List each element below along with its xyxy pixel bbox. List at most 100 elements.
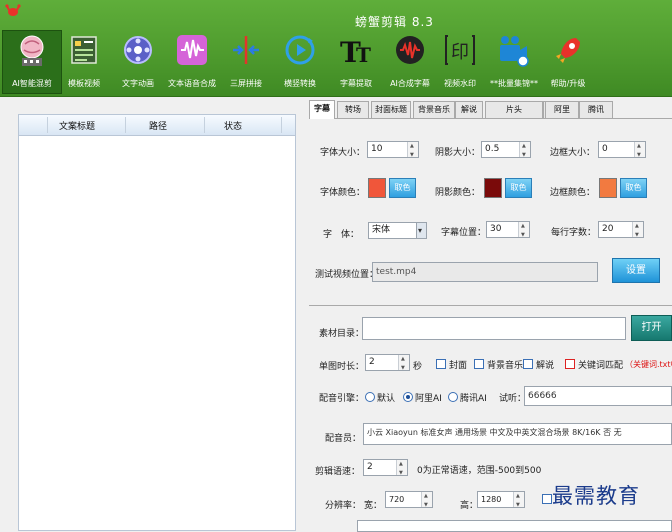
- split-screen-icon: [233, 36, 259, 64]
- column-header[interactable]: 文案标题: [59, 119, 95, 132]
- per-line-stepper[interactable]: 20: [598, 219, 644, 243]
- duration-value: 2: [369, 357, 375, 367]
- stepper-arrows-icon[interactable]: [519, 139, 530, 163]
- stepper-arrows-icon[interactable]: [518, 219, 529, 243]
- height-label: 高：: [460, 501, 479, 511]
- speed-label: 剪辑语速：: [315, 467, 361, 477]
- tab-subtitle[interactable]: 字幕: [309, 100, 335, 119]
- duration-label: 单图时长：: [319, 362, 365, 372]
- border-size-label: 边框大小：: [550, 148, 596, 158]
- border-color-swatch: [599, 178, 617, 198]
- tab-cover-title[interactable]: 封面标题: [371, 101, 411, 118]
- border-size-stepper[interactable]: 0: [598, 139, 646, 163]
- engine-tencent-label: 腾讯AI: [460, 394, 487, 404]
- per-line-value: 20: [602, 224, 614, 234]
- stepper-arrows-icon[interactable]: [407, 139, 418, 163]
- bgm-checkbox-label: 背景音乐: [487, 361, 524, 371]
- keyword-checkbox[interactable]: [565, 359, 575, 369]
- width-stepper[interactable]: 720: [385, 489, 433, 513]
- cover-checkbox-label: 封面: [449, 361, 468, 371]
- height-stepper[interactable]: 1280: [477, 489, 525, 513]
- brain-film-icon: [20, 35, 44, 66]
- svg-text:T: T: [356, 43, 371, 67]
- mic-wave-icon: [396, 36, 424, 64]
- tab-ali[interactable]: 阿里: [545, 101, 579, 118]
- engine-ali-label: 阿里AI: [415, 394, 442, 404]
- shadow-color-label: 阴影颜色：: [435, 188, 481, 198]
- stepper-arrows-icon[interactable]: [634, 139, 645, 163]
- column-header[interactable]: 路径: [149, 119, 167, 132]
- listen-label: 试听：: [499, 394, 527, 404]
- speed-stepper[interactable]: 2: [363, 457, 408, 481]
- stepper-arrows-icon[interactable]: [421, 489, 432, 513]
- border-color-label: 边框颜色：: [550, 188, 596, 198]
- per-line-label: 每行字数：: [551, 228, 597, 238]
- script-list-table[interactable]: 文案标题 路径 状态: [18, 114, 296, 531]
- toolbar-label: 帮助/升级: [550, 79, 586, 88]
- narration-checkbox[interactable]: [523, 359, 533, 369]
- stepper-arrows-icon[interactable]: [398, 352, 409, 376]
- stepper-arrows-icon[interactable]: [632, 219, 643, 243]
- settings-tabs: 字幕 转场 封面标题 背景音乐 解说 片头 阿里 腾讯: [309, 100, 672, 119]
- tab-narration[interactable]: 解说: [455, 101, 483, 118]
- rocket-icon: [556, 38, 580, 63]
- shadow-size-value: 0.5: [485, 144, 500, 154]
- camera-batch-icon: [500, 36, 529, 67]
- text-tt-icon: T T: [340, 36, 371, 68]
- font-select[interactable]: 宋体: [368, 222, 427, 239]
- tab-bgm[interactable]: 背景音乐: [413, 101, 455, 118]
- voice-label: 配音员：: [325, 434, 362, 444]
- height-value: 1280: [481, 495, 502, 504]
- audio-wave-icon: [177, 35, 207, 65]
- toolbar-help-upgrade[interactable]: 帮助/升级: [536, 30, 600, 92]
- cover-checkbox[interactable]: [436, 359, 446, 369]
- font-color-pick-button[interactable]: 取色: [389, 178, 416, 198]
- test-video-label: 测试视频位置：: [315, 270, 379, 280]
- engine-ali-radio[interactable]: [403, 392, 413, 402]
- keyword-note: （关键词.txt中以: [625, 360, 672, 369]
- tab-transition[interactable]: 转场: [337, 101, 369, 118]
- resolution-checkbox[interactable]: [542, 494, 552, 504]
- tab-intro[interactable]: 片头: [485, 101, 543, 118]
- font-size-stepper[interactable]: 10: [367, 139, 419, 163]
- keyword-checkbox-label: 关键词匹配: [578, 361, 624, 371]
- speed-value: 2: [367, 462, 373, 472]
- bgm-checkbox[interactable]: [474, 359, 484, 369]
- settings-button[interactable]: 设置: [612, 258, 660, 283]
- chevron-down-icon[interactable]: [416, 223, 426, 238]
- engine-tencent-radio[interactable]: [448, 392, 458, 402]
- shadow-color-pick-button[interactable]: 取色: [505, 178, 532, 198]
- app-title: 螃蟹剪辑 8.3: [355, 15, 434, 29]
- engine-default-radio[interactable]: [365, 392, 375, 402]
- font-size-label: 字体大小：: [320, 148, 366, 158]
- position-value: 30: [490, 224, 502, 234]
- top-toolbar: 螃蟹剪辑 8.3 AI智能混剪 模板视频 文字动画 文本语音合成 三屏拼接 横竖…: [0, 0, 672, 97]
- shadow-size-stepper[interactable]: 0.5: [481, 139, 531, 163]
- resolution-label: 分辨率：: [325, 501, 362, 511]
- voice-select[interactable]: 小云 Xiaoyun 标准女声 通用场景 中文及中英文混合场景 8K/16K 否…: [363, 423, 672, 445]
- duration-stepper[interactable]: 2: [365, 352, 410, 376]
- position-stepper[interactable]: 30: [486, 219, 530, 243]
- open-button[interactable]: 打开: [631, 315, 672, 341]
- toolbar-label: 横竖转换: [284, 79, 316, 88]
- tab-tencent[interactable]: 腾讯: [579, 101, 613, 118]
- font-size-value: 10: [371, 144, 383, 154]
- stepper-arrows-icon[interactable]: [513, 489, 524, 513]
- column-header[interactable]: 状态: [224, 119, 242, 132]
- listen-input[interactable]: 66666: [524, 386, 672, 406]
- material-dir-input[interactable]: [362, 317, 626, 340]
- narration-checkbox-label: 解说: [536, 361, 555, 371]
- bottom-field[interactable]: [357, 520, 672, 532]
- rotate-play-icon: [285, 35, 315, 65]
- shadow-color-swatch: [484, 178, 502, 198]
- shadow-size-label: 阴影大小：: [435, 148, 481, 158]
- test-video-field[interactable]: test.mp4: [372, 262, 598, 282]
- toolbar-orientation[interactable]: 横竖转换: [268, 30, 332, 92]
- crab-logo-icon: [5, 4, 21, 16]
- position-label: 字幕位置：: [441, 228, 487, 238]
- stepper-arrows-icon[interactable]: [396, 457, 407, 481]
- border-color-pick-button[interactable]: 取色: [620, 178, 647, 198]
- watermark-text: 最需教育: [552, 484, 640, 508]
- border-size-value: 0: [602, 144, 608, 154]
- material-dir-label: 素材目录：: [319, 329, 365, 339]
